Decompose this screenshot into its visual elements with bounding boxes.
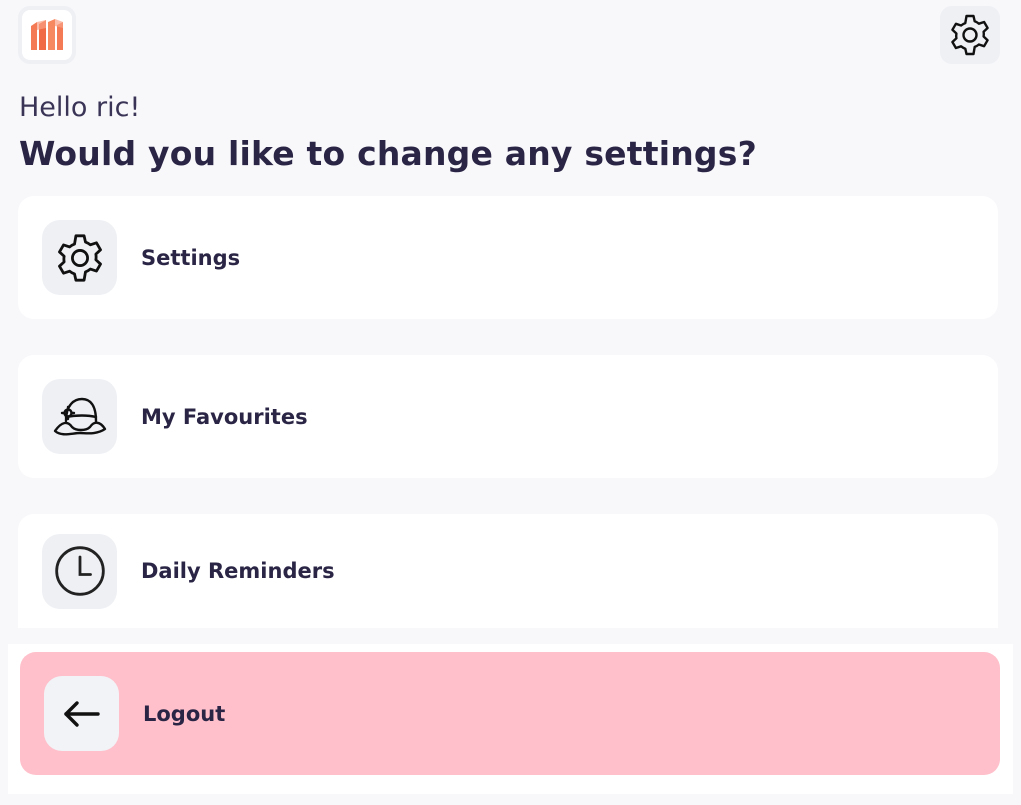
menu-item-label: Daily Reminders bbox=[141, 559, 335, 583]
menu-item-label: Settings bbox=[141, 245, 241, 270]
clock-icon bbox=[54, 546, 105, 596]
logout-label: Logout bbox=[143, 701, 226, 726]
app-logo[interactable] bbox=[18, 6, 76, 64]
menu-item-favourites[interactable]: My Favourites bbox=[18, 355, 998, 478]
greeting-text: Hello ric! bbox=[19, 92, 141, 123]
logout-button[interactable]: Logout bbox=[20, 652, 1000, 775]
app-logo-icon bbox=[31, 19, 63, 50]
arrow-left-icon bbox=[63, 700, 100, 727]
menu-item-settings[interactable]: Settings bbox=[18, 196, 998, 319]
page-title: Would you like to change any settings? bbox=[19, 134, 757, 173]
settings-button[interactable] bbox=[940, 6, 1000, 64]
gear-icon bbox=[57, 233, 102, 282]
menu-item-daily-reminders[interactable]: Daily Reminders bbox=[18, 514, 998, 628]
hat-icon bbox=[53, 397, 106, 435]
menu-item-label: My Favourites bbox=[141, 404, 308, 429]
gear-icon bbox=[951, 14, 989, 56]
